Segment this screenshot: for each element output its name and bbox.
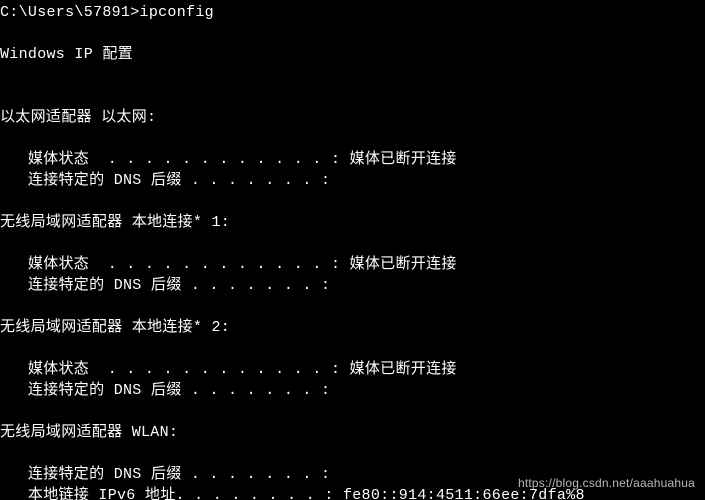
terminal-output: C:\Users\57891>ipconfig Windows IP 配置 以太…: [0, 2, 705, 500]
terminal-window[interactable]: C:\Users\57891>ipconfig Windows IP 配置 以太…: [0, 0, 705, 500]
watermark-text: https://blog.csdn.net/aaahuahua: [518, 473, 695, 494]
